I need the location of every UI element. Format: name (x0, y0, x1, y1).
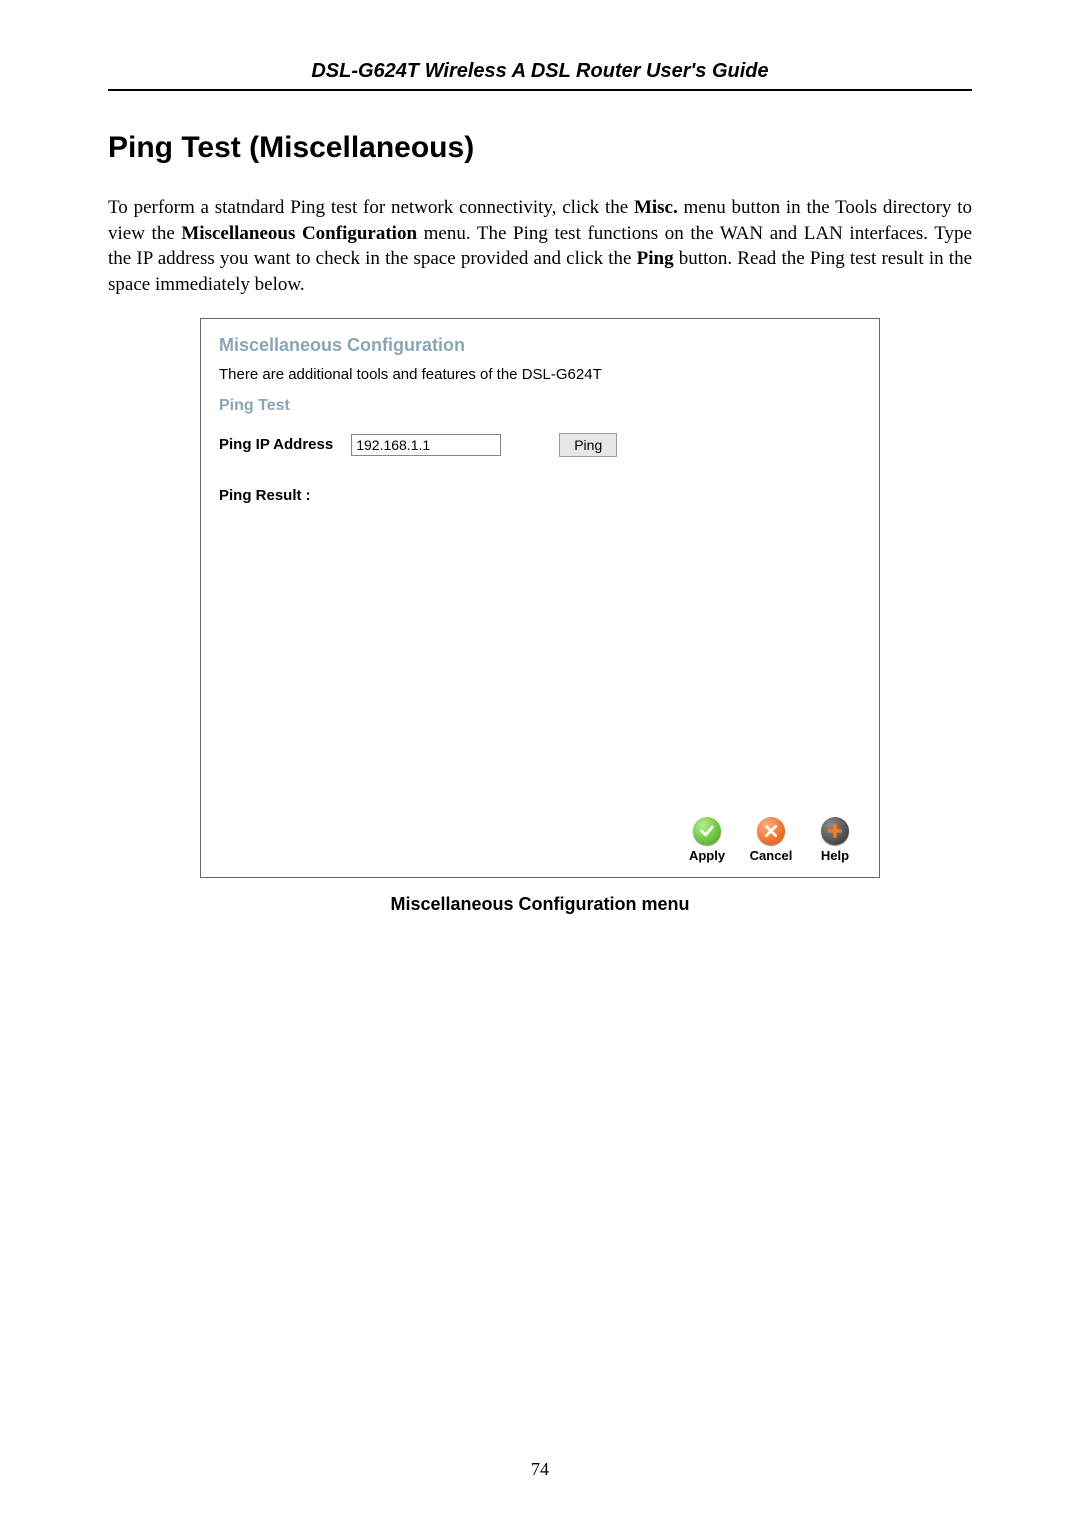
intro-paragraph: To perform a statndard Ping test for net… (108, 195, 972, 298)
ping-row: Ping IP Address Ping (219, 433, 861, 457)
text-fragment: To perform a statndard Ping test for net… (108, 197, 634, 218)
doc-header: DSL-G624T Wireless A DSL Router User's G… (108, 60, 972, 91)
misc-config-bold: Miscellaneous Configuration (181, 223, 417, 244)
ping-result-label: Ping Result : (219, 487, 861, 504)
panel-title: Miscellaneous Configuration (219, 335, 861, 356)
page-number: 74 (0, 1459, 1080, 1480)
ping-test-heading: Ping Test (219, 397, 861, 415)
misc-bold: Misc. (634, 197, 678, 218)
ping-ip-input[interactable] (351, 434, 501, 456)
help-label: Help (821, 848, 849, 863)
panel-description: There are additional tools and features … (219, 366, 861, 383)
figure-caption: Miscellaneous Configuration menu (200, 894, 880, 915)
plus-icon (821, 817, 849, 845)
cancel-label: Cancel (750, 848, 793, 863)
cancel-button[interactable]: Cancel (747, 817, 795, 863)
apply-label: Apply (689, 848, 725, 863)
ping-ip-label: Ping IP Address (219, 436, 333, 453)
help-button[interactable]: Help (811, 817, 859, 863)
config-panel: Miscellaneous Configuration There are ad… (200, 318, 880, 878)
section-title: Ping Test (Miscellaneous) (108, 131, 972, 165)
ping-button[interactable]: Ping (559, 433, 617, 457)
close-icon (757, 817, 785, 845)
ping-bold: Ping (637, 248, 674, 269)
apply-button[interactable]: Apply (683, 817, 731, 863)
action-bar: Apply Cancel Help (683, 817, 859, 863)
check-icon (693, 817, 721, 845)
